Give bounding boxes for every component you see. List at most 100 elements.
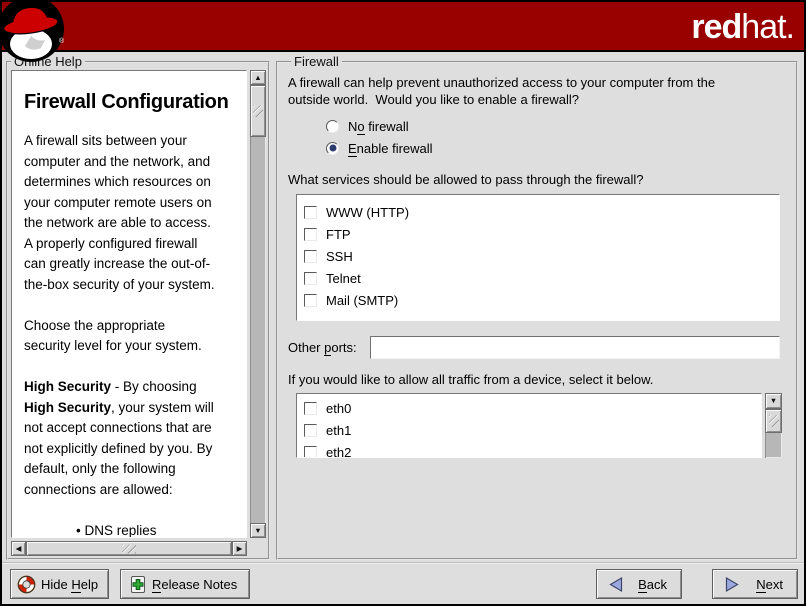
device-row[interactable]: eth1 xyxy=(304,419,754,441)
wordmark-rest: hat. xyxy=(741,8,794,46)
other-ports-label: Other ports: xyxy=(288,340,357,355)
radio-enable-firewall-label: Enable firewall xyxy=(348,141,433,156)
devices-text: If you would like to allow all traffic f… xyxy=(288,372,782,387)
release-notes-icon xyxy=(129,575,147,594)
life-preserver-icon xyxy=(17,575,36,594)
help-line: connections are allowed: xyxy=(24,480,244,501)
help-line: the network are able to access. xyxy=(24,213,244,234)
firewall-intro: A firewall can help prevent unauthorized… xyxy=(288,74,782,108)
next-button[interactable]: Next xyxy=(712,569,798,599)
help-line: High Security - By choosing xyxy=(24,377,244,398)
device-row[interactable]: eth0 xyxy=(304,397,754,419)
redhat-shadowman-logo-icon xyxy=(2,2,68,66)
service-row[interactable]: Mail (SMTP) xyxy=(304,289,772,311)
service-row[interactable]: WWW (HTTP) xyxy=(304,201,772,223)
radio-no-firewall[interactable]: No firewall xyxy=(326,115,782,137)
scroll-up-button[interactable]: ▲ xyxy=(250,70,266,85)
service-row[interactable]: FTP xyxy=(304,223,772,245)
devices-vertical-scrollbar[interactable]: ▲ ▼ xyxy=(765,393,782,458)
help-line: computer and the network, and xyxy=(24,152,244,173)
checkbox-icon[interactable] xyxy=(304,402,317,415)
help-title: Firewall Configuration xyxy=(24,91,244,114)
help-line: can greatly increase the out-of- xyxy=(24,254,244,275)
checkbox-icon[interactable] xyxy=(304,294,317,307)
hide-help-button[interactable]: Hide Help xyxy=(10,569,109,599)
right-arrow-icon: ▶ xyxy=(237,545,243,553)
help-line: determines which resources on xyxy=(24,172,244,193)
wordmark-bold: red xyxy=(691,8,741,46)
horizontal-scroll-thumb[interactable] xyxy=(26,541,232,556)
firewall-radio-group: No firewall Enable firewall xyxy=(326,115,782,159)
back-label: Back xyxy=(638,577,667,592)
radio-enable-firewall[interactable]: Enable firewall xyxy=(326,137,782,159)
back-arrow-icon xyxy=(608,576,624,593)
checkbox-icon[interactable] xyxy=(304,228,317,241)
other-ports-row: Other ports: xyxy=(288,336,780,359)
release-notes-button[interactable]: Release Notes xyxy=(120,569,250,599)
top-banner: redhat. xyxy=(2,2,804,52)
down-arrow-icon: ▼ xyxy=(770,397,777,405)
vertical-scroll-thumb[interactable] xyxy=(765,409,782,433)
scroll-right-button[interactable]: ▶ xyxy=(232,541,247,556)
checkbox-label: Mail (SMTP) xyxy=(326,293,398,308)
help-horizontal-scrollbar[interactable]: ◀ ▶ xyxy=(11,541,247,556)
services-question: What services should be allowed to pass … xyxy=(288,172,782,187)
help-line: • DNS replies xyxy=(24,521,244,539)
help-line: your computer remote users on xyxy=(24,193,244,214)
firewall-frame: Firewall A firewall can help prevent una… xyxy=(276,54,798,560)
help-line: A properly configured firewall xyxy=(24,234,244,255)
checkbox-icon[interactable] xyxy=(304,206,317,219)
online-help-frame: Online Help Firewall Configuration A fir… xyxy=(6,54,270,560)
down-arrow-icon: ▼ xyxy=(254,527,261,535)
scroll-down-button[interactable]: ▼ xyxy=(250,523,266,538)
help-line: the-box security of your system. xyxy=(24,275,244,296)
help-text-view: Firewall Configuration A firewall sits b… xyxy=(11,70,247,538)
checkbox-label: eth2 xyxy=(326,445,351,459)
back-button[interactable]: Back xyxy=(596,569,682,599)
devices-area: eth0 eth1 eth2 ▲ ▼ xyxy=(296,393,782,458)
help-vertical-scrollbar[interactable]: ▲ ▼ xyxy=(250,70,266,538)
checkbox-icon[interactable] xyxy=(304,424,317,437)
checkbox-label: WWW (HTTP) xyxy=(326,205,409,220)
firewall-frame-label: Firewall xyxy=(291,54,342,69)
checkbox-icon[interactable] xyxy=(304,272,317,285)
main-content: Online Help Firewall Configuration A fir… xyxy=(2,52,804,562)
redhat-wordmark: redhat. xyxy=(691,9,794,45)
devices-listbox[interactable]: eth0 eth1 eth2 xyxy=(296,393,762,458)
help-line xyxy=(24,357,244,378)
help-line: A firewall sits between your xyxy=(24,131,244,152)
checkbox-label: eth0 xyxy=(326,401,351,416)
help-line xyxy=(24,295,244,316)
checkbox-label: FTP xyxy=(326,227,351,242)
checkbox-icon[interactable] xyxy=(304,250,317,263)
intro-line-1: A firewall can help prevent unauthorized… xyxy=(288,74,782,91)
help-line: High Security, your system will xyxy=(24,398,244,419)
intro-line-2: outside world. Would you like to enable … xyxy=(288,91,782,108)
radio-button-icon[interactable] xyxy=(326,120,339,133)
help-line: not accept connections that are xyxy=(24,418,244,439)
service-row[interactable]: SSH xyxy=(304,245,772,267)
device-row[interactable]: eth2 xyxy=(304,441,754,458)
help-line: not explicitly defined by you. By xyxy=(24,439,244,460)
service-row[interactable]: Telnet xyxy=(304,267,772,289)
scroll-down-button[interactable]: ▼ xyxy=(765,393,782,409)
button-bar: Hide Help Release Notes Back xyxy=(2,562,804,604)
help-line: security level for your system. xyxy=(24,336,244,357)
radio-button-selected-icon[interactable] xyxy=(326,142,339,155)
checkbox-label: eth1 xyxy=(326,423,351,438)
next-arrow-icon xyxy=(724,576,740,593)
up-arrow-icon: ▲ xyxy=(254,74,261,82)
checkbox-icon[interactable] xyxy=(304,446,317,459)
help-text: A firewall sits between yourcomputer and… xyxy=(24,131,244,538)
radio-no-firewall-label: No firewall xyxy=(348,119,409,134)
installer-window: redhat. ® Online Help Firewall Configura… xyxy=(0,0,806,606)
release-notes-label: Release Notes xyxy=(152,577,237,592)
services-listbox[interactable]: WWW (HTTP) FTP SSH Telnet Mail (SMTP) xyxy=(296,194,780,321)
next-label: Next xyxy=(756,577,783,592)
left-arrow-icon: ◀ xyxy=(16,545,22,553)
checkbox-label: Telnet xyxy=(326,271,361,286)
scroll-left-button[interactable]: ◀ xyxy=(11,541,26,556)
help-line: Choose the appropriate xyxy=(24,316,244,337)
vertical-scroll-thumb[interactable] xyxy=(250,85,266,137)
other-ports-input[interactable] xyxy=(370,336,780,359)
